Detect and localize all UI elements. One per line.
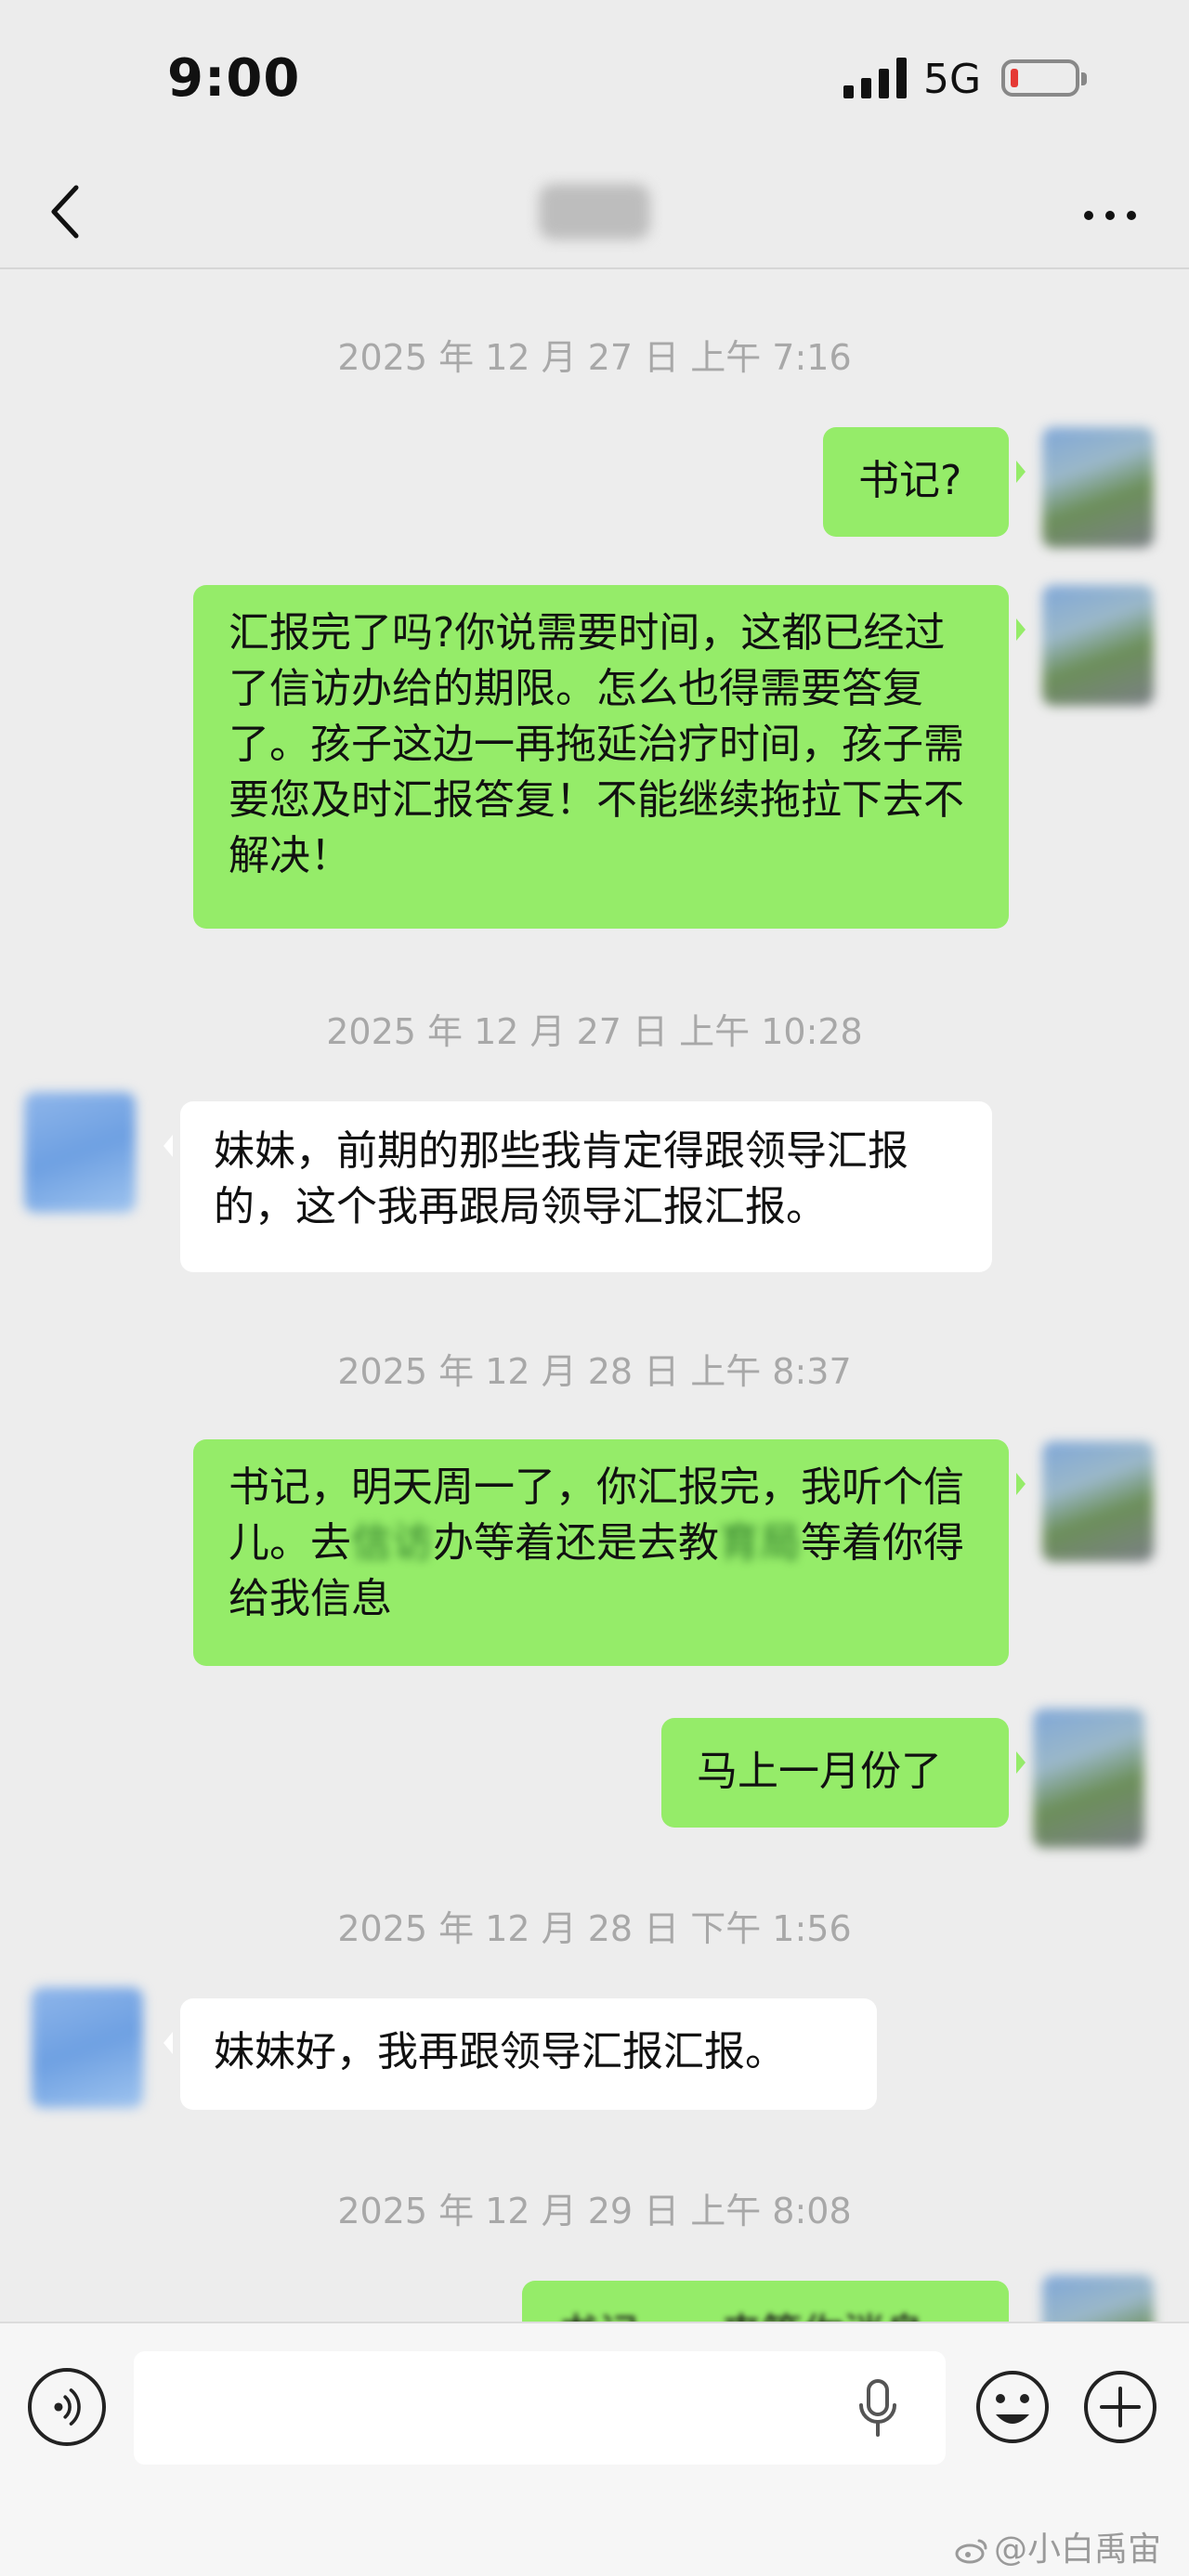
watermark-text: @小白禹宙	[993, 2530, 1161, 2569]
my-avatar[interactable]	[1042, 1441, 1154, 1562]
message-timestamp: 2025 年 12 月 28 日 上午 8:37	[337, 1351, 852, 1392]
input-bar: @小白禹宙	[0, 2322, 1189, 2576]
plus-circle-icon[interactable]	[1081, 2368, 1159, 2446]
message-timestamp: 2025 年 12 月 29 日 上午 8:08	[337, 2191, 852, 2231]
weibo-icon	[955, 2539, 987, 2564]
redacted-text: 育局	[719, 1519, 801, 1567]
message-text: 办等着还是去教	[433, 1519, 719, 1567]
incoming-message[interactable]: 妹妹，前期的那些我肯定得跟领导汇报的，这个我再跟局领导汇报汇报。	[163, 1101, 992, 1272]
chat-title-redacted	[539, 184, 650, 240]
outgoing-message[interactable]: 马上一月份了	[661, 1718, 1026, 1828]
contact-avatar[interactable]	[24, 1092, 136, 1213]
nav-bar	[0, 158, 1189, 269]
outgoing-message[interactable]: 书记，明天周一了，你汇报完，我听个信儿。去信访办等着还是去教育局等着你得给我信息	[193, 1439, 1026, 1666]
my-avatar[interactable]	[1033, 1709, 1144, 1848]
watermark: @小白禹宙	[955, 2522, 1161, 2570]
outgoing-message[interactable]: 书记……来等你消息	[522, 2281, 1009, 2322]
message-input[interactable]	[134, 2351, 946, 2465]
message-timestamp: 2025 年 12 月 27 日 上午 7:16	[337, 337, 852, 378]
my-avatar[interactable]	[1042, 427, 1154, 548]
status-bar: 9:00 5G	[0, 0, 1189, 158]
microphone-icon[interactable]	[855, 2377, 901, 2439]
incoming-message[interactable]: 妹妹好，我再跟领导汇报汇报。	[163, 1998, 877, 2110]
voice-mode-icon[interactable]	[28, 2368, 106, 2446]
emoji-icon[interactable]	[973, 2368, 1052, 2446]
my-avatar[interactable]	[1042, 585, 1154, 706]
my-avatar[interactable]	[1042, 2275, 1154, 2322]
redacted-text: 信访	[351, 1519, 433, 1567]
network-type: 5G	[923, 56, 982, 103]
chevron-left-icon[interactable]	[35, 178, 100, 243]
chat-message-list[interactable]: 2025 年 12 月 27 日 上午 7:16 书记? 汇报完了吗?你说需要时…	[0, 269, 1189, 2322]
contact-avatar[interactable]	[32, 1987, 143, 2108]
message-text: 书记……来等你消息	[557, 2307, 925, 2322]
message-timestamp: 2025 年 12 月 28 日 下午 1:56	[337, 1908, 852, 1949]
signal-icon	[843, 58, 907, 98]
battery-icon	[1001, 59, 1087, 97]
message-timestamp: 2025 年 12 月 27 日 上午 10:28	[326, 1011, 863, 1052]
outgoing-message[interactable]: 汇报完了吗?你说需要时间，这都已经过了信访办给的期限。怎么也得需要答复了。孩子这…	[193, 585, 1026, 929]
outgoing-message[interactable]: 书记?	[823, 427, 1026, 537]
status-time: 9:00	[167, 48, 301, 109]
more-dots-icon[interactable]	[1078, 186, 1143, 241]
